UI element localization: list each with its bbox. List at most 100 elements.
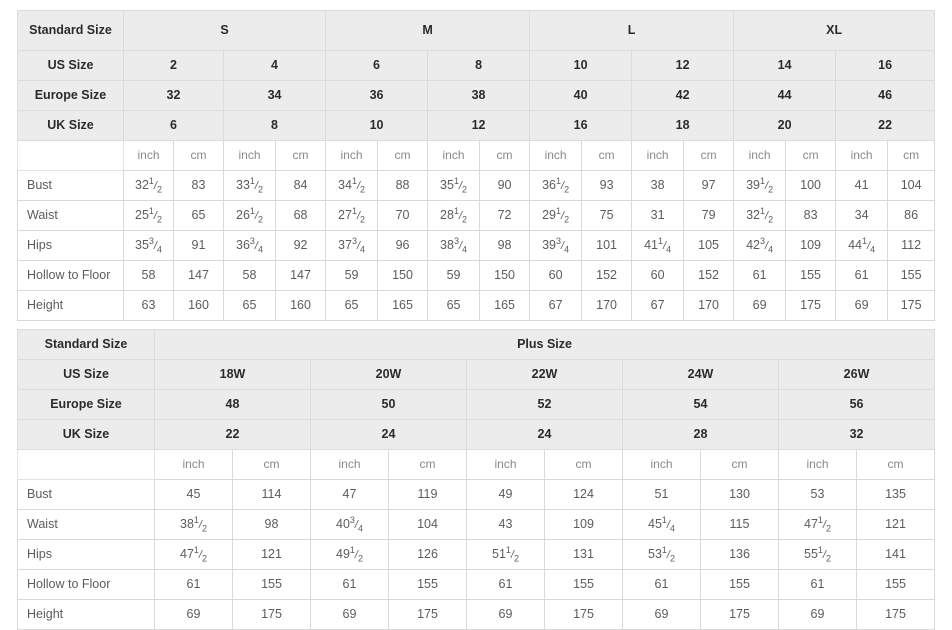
measure-cell: 61 xyxy=(733,260,787,291)
unit-cell: cm xyxy=(855,449,936,480)
us-size-value: 22W xyxy=(466,359,623,390)
measure-cell: 391/2 xyxy=(733,170,787,201)
table-row-uk-size: UK Size 6 8 10 12 16 18 20 22 xyxy=(17,110,936,141)
measure-cell: 98 xyxy=(479,230,531,261)
row-label-uk-size: UK Size xyxy=(17,110,124,141)
measure-cell: 51 xyxy=(622,479,701,510)
europe-size-value: 48 xyxy=(154,389,311,420)
us-size-value: 10 xyxy=(529,50,633,81)
row-label-uk-size: UK Size xyxy=(17,419,155,450)
measure-cell: 109 xyxy=(544,509,623,540)
measure-cell: 130 xyxy=(700,479,779,510)
measure-cell: 291/2 xyxy=(529,200,583,231)
measure-cell: 281/2 xyxy=(427,200,481,231)
measure-cell: 49 xyxy=(466,479,545,510)
measure-cell: 155 xyxy=(388,569,467,600)
unit-cell: inch xyxy=(529,140,583,171)
measure-cell: 155 xyxy=(855,569,936,600)
unit-cell: cm xyxy=(700,449,779,480)
fraction-value: 351/2 xyxy=(440,175,468,195)
measure-cell: 511/2 xyxy=(466,539,545,570)
measure-cell: 98 xyxy=(232,509,311,540)
plus-size-band-label: Plus Size xyxy=(153,329,936,360)
us-size-value: 20W xyxy=(310,359,467,390)
measure-row-label: Bust xyxy=(17,479,155,510)
unit-cell: inch xyxy=(733,140,787,171)
measure-cell: 91 xyxy=(173,230,224,261)
measure-row: Hips 353/4 91 363/4 92 373/4 96 383/4 98 393/4 101… xyxy=(17,230,936,261)
fraction-value: 551/2 xyxy=(804,544,831,564)
measure-cell: 61 xyxy=(835,260,889,291)
measure-cell: 61 xyxy=(154,569,233,600)
measure-cell: 441/4 xyxy=(835,230,889,261)
measure-cell: 175 xyxy=(887,290,936,321)
unit-cell: inch xyxy=(310,449,389,480)
unit-cell: cm xyxy=(683,140,735,171)
measure-cell: 75 xyxy=(581,200,633,231)
measure-cell: 115 xyxy=(700,509,779,540)
table-row-units: inch cm inch cm inch cm inch cm inch cm xyxy=(17,449,936,480)
measure-cell: 104 xyxy=(388,509,467,540)
measure-cell: 68 xyxy=(274,200,327,231)
fraction-value: 361/2 xyxy=(542,175,570,195)
measure-row-label: Hollow to Floor xyxy=(17,569,155,600)
group-header-xl: XL xyxy=(733,10,936,51)
europe-size-value: 34 xyxy=(222,80,327,111)
unit-cell: inch xyxy=(778,449,857,480)
measure-cell: 321/2 xyxy=(733,200,787,231)
measure-cell: 136 xyxy=(700,539,779,570)
measure-cell: 152 xyxy=(683,260,735,291)
measure-cell: 61 xyxy=(310,569,389,600)
measure-cell: 271/2 xyxy=(325,200,379,231)
europe-size-value: 36 xyxy=(325,80,429,111)
fraction-value: 381/2 xyxy=(180,514,207,534)
measure-cell: 65 xyxy=(223,290,276,321)
fraction-value: 271/2 xyxy=(338,205,366,225)
measure-cell: 59 xyxy=(427,260,481,291)
uk-size-value: 12 xyxy=(427,110,531,141)
measure-cell: 150 xyxy=(377,260,429,291)
measure-cell: 155 xyxy=(232,569,311,600)
measure-row-label: Bust xyxy=(17,170,124,201)
fraction-value: 251/2 xyxy=(135,205,162,225)
measure-cell: 63 xyxy=(123,290,174,321)
europe-size-value: 40 xyxy=(529,80,633,111)
table-row-europe-size: Europe Size 32 34 36 38 40 42 44 46 xyxy=(17,80,936,111)
europe-size-value: 38 xyxy=(427,80,531,111)
measure-cell: 93 xyxy=(581,170,633,201)
measure-cell: 58 xyxy=(123,260,174,291)
fraction-value: 451/4 xyxy=(648,514,675,534)
group-header-m: M xyxy=(325,10,531,51)
uk-size-value: 24 xyxy=(310,419,467,450)
fraction-value: 261/2 xyxy=(236,205,263,225)
us-size-value: 6 xyxy=(325,50,429,81)
fraction-value: 531/2 xyxy=(648,544,675,564)
group-header-l: L xyxy=(529,10,735,51)
measure-cell: 124 xyxy=(544,479,623,510)
unit-cell: inch xyxy=(223,140,276,171)
measure-cell: 175 xyxy=(855,599,936,630)
uk-size-value: 10 xyxy=(325,110,429,141)
measure-row: Bust 45 114 47 119 49 124 51 130 53 135 xyxy=(17,479,936,510)
measure-cell: 67 xyxy=(631,290,685,321)
measure-cell: 160 xyxy=(173,290,224,321)
standard-size-table: Standard Size S M L XL US Size 2 4 6 8 1… xyxy=(17,10,936,321)
measure-cell: 147 xyxy=(173,260,224,291)
row-label-europe-size: Europe Size xyxy=(17,389,155,420)
units-row-corner xyxy=(17,140,124,171)
us-size-value: 4 xyxy=(222,50,327,81)
fraction-value: 321/2 xyxy=(135,175,162,195)
unit-cell: cm xyxy=(887,140,936,171)
fraction-value: 321/2 xyxy=(746,205,774,225)
us-size-value: 8 xyxy=(427,50,531,81)
table-row-us-size: US Size 18W 20W 22W 24W 26W xyxy=(17,359,936,390)
measure-cell: 155 xyxy=(785,260,837,291)
unit-cell: inch xyxy=(622,449,701,480)
measure-cell: 97 xyxy=(683,170,735,201)
fraction-value: 411/4 xyxy=(644,235,672,255)
measure-cell: 112 xyxy=(887,230,936,261)
measure-cell: 373/4 xyxy=(325,230,379,261)
fraction-value: 511/2 xyxy=(492,544,519,564)
us-size-value: 14 xyxy=(733,50,837,81)
measure-cell: 160 xyxy=(274,290,327,321)
